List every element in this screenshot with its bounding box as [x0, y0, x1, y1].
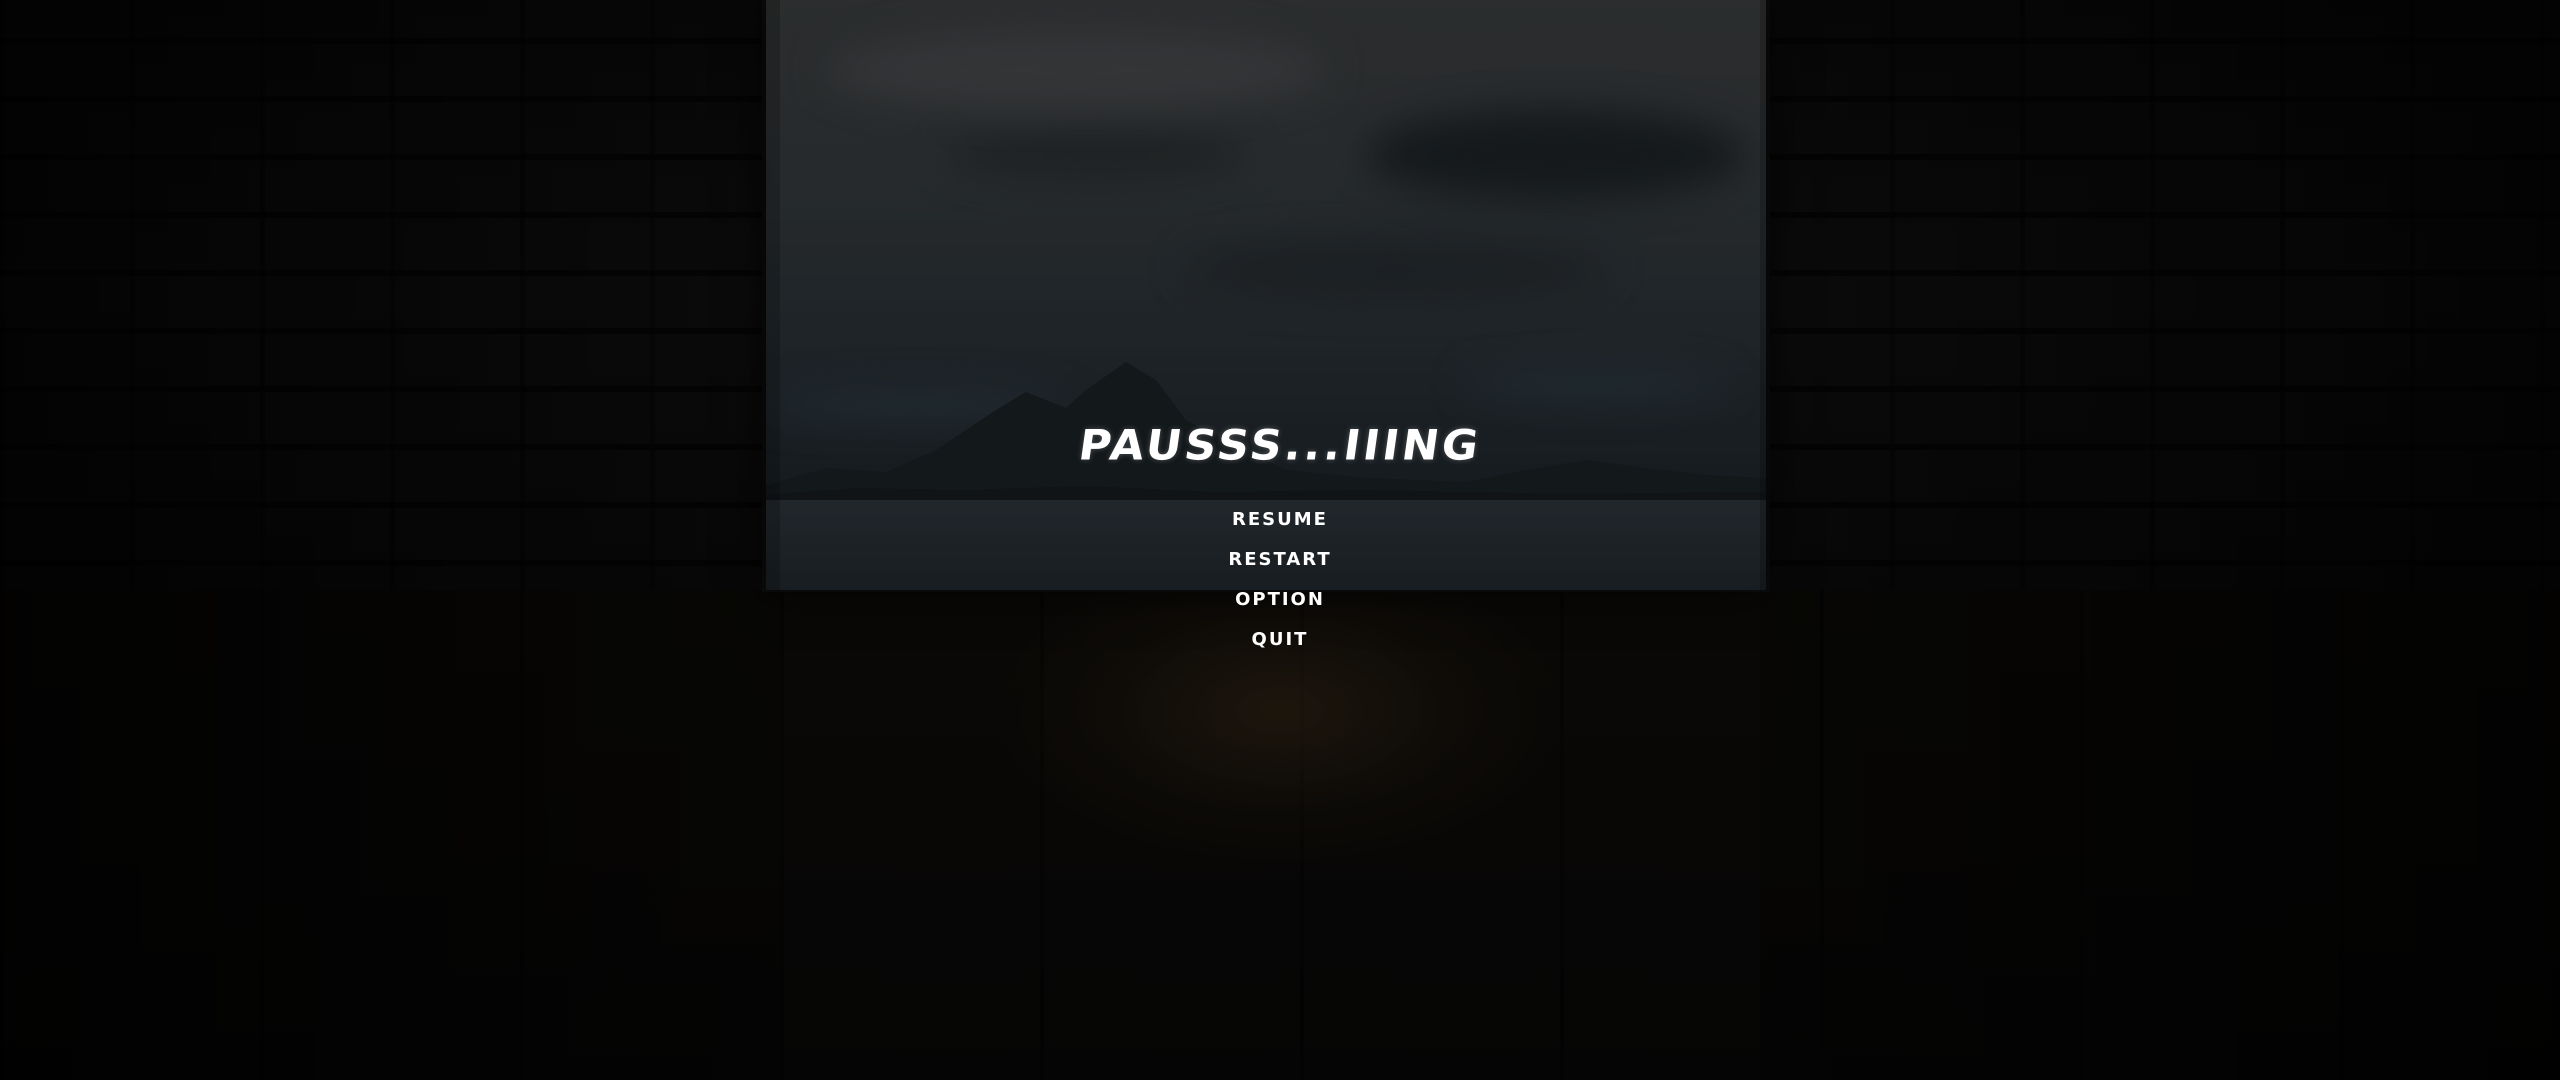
quit-button[interactable]: QUIT	[1180, 628, 1380, 652]
pause-menu: PAUSSS...IIING RESUME RESTART OPTION QUI…	[980, 410, 1580, 670]
pause-title: PAUSSS...IIING	[1075, 421, 1485, 470]
restart-button[interactable]: RESTART	[1180, 548, 1380, 572]
option-button[interactable]: OPTION	[1180, 588, 1380, 612]
game-scene: PAUSSS...IIING RESUME RESTART OPTION QUI…	[0, 0, 2560, 1080]
resume-button[interactable]: RESUME	[1180, 508, 1380, 532]
